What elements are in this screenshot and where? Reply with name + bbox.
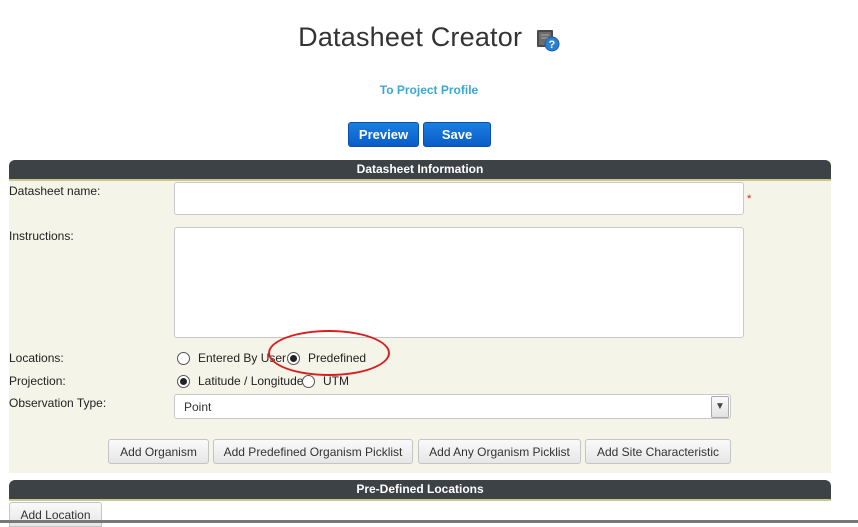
add-any-organism-picklist-button[interactable]: Add Any Organism Picklist bbox=[418, 439, 581, 464]
svg-text:?: ? bbox=[548, 39, 555, 51]
datasheet-information-header: Datasheet Information bbox=[9, 160, 831, 181]
predefined-locations-panel: Pre-Defined Locations bbox=[9, 480, 831, 523]
to-project-profile-link[interactable]: To Project Profile bbox=[0, 83, 858, 97]
predefined-locations-header: Pre-Defined Locations bbox=[9, 480, 831, 501]
radio-utm[interactable] bbox=[302, 374, 315, 388]
add-location-button[interactable]: Add Location bbox=[9, 502, 102, 527]
datasheet-name-input[interactable] bbox=[174, 182, 744, 215]
preview-button[interactable]: Preview bbox=[348, 122, 419, 147]
observation-type-select[interactable]: Point ▼ bbox=[174, 394, 731, 419]
annotation-circle bbox=[268, 330, 390, 376]
page-title: Datasheet Creator ? bbox=[0, 22, 858, 59]
add-predefined-organism-picklist-button[interactable]: Add Predefined Organism Picklist bbox=[213, 439, 413, 464]
save-button[interactable]: Save bbox=[423, 122, 491, 147]
utm-label: UTM bbox=[323, 374, 349, 388]
add-site-characteristic-button[interactable]: Add Site Characteristic bbox=[585, 439, 731, 464]
projection-label: Projection: bbox=[9, 374, 66, 388]
add-organism-button[interactable]: Add Organism bbox=[108, 439, 209, 464]
datasheet-name-label: Datasheet name: bbox=[9, 184, 101, 198]
help-book-icon[interactable]: ? bbox=[536, 28, 560, 59]
locations-label: Locations: bbox=[9, 351, 64, 365]
radio-entered-by-user[interactable] bbox=[177, 351, 190, 365]
projection-option-lat-long[interactable]: Latitude / Longitude bbox=[177, 374, 303, 388]
latitude-longitude-label: Latitude / Longitude bbox=[198, 374, 304, 388]
radio-latitude-longitude[interactable] bbox=[177, 374, 190, 388]
instructions-textarea[interactable] bbox=[174, 227, 744, 338]
projection-option-utm[interactable]: UTM bbox=[302, 374, 349, 388]
required-marker: * bbox=[747, 193, 752, 205]
chevron-down-icon[interactable]: ▼ bbox=[711, 396, 729, 418]
observation-type-value: Point bbox=[184, 400, 212, 414]
instructions-label: Instructions: bbox=[9, 229, 74, 243]
observation-type-label: Observation Type: bbox=[9, 396, 107, 410]
page-title-text: Datasheet Creator bbox=[298, 22, 523, 52]
